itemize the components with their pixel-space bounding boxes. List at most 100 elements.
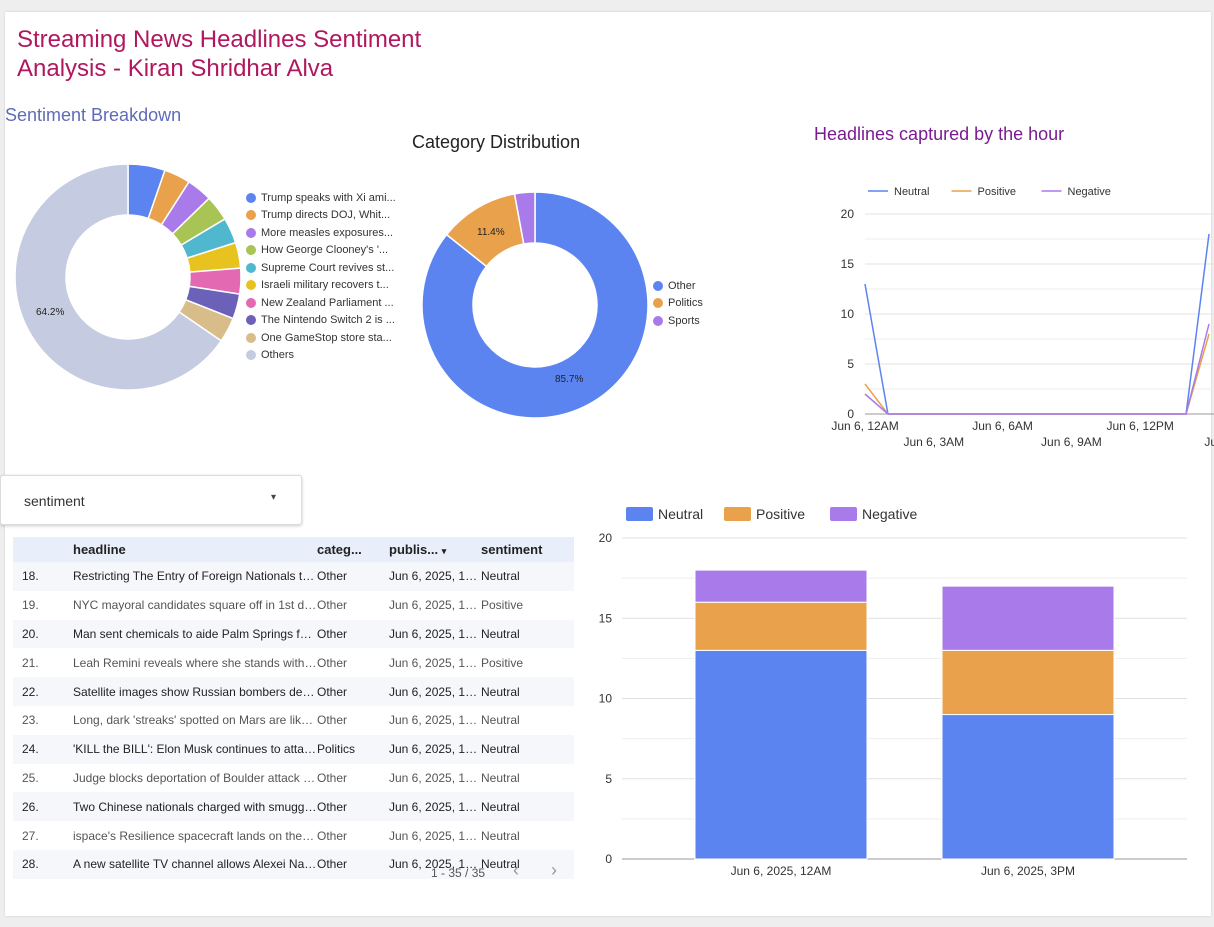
row-number: 23. bbox=[22, 713, 39, 728]
cell-category: Politics bbox=[317, 734, 389, 764]
category-legend-item[interactable]: Other bbox=[653, 277, 733, 295]
legend-swatch bbox=[246, 192, 256, 203]
column-header-headline[interactable]: headline bbox=[73, 537, 317, 562]
sentiment-legend-item[interactable]: Israeli military recovers t... bbox=[246, 277, 398, 295]
cell-published: Jun 6, 2025, 12:00:00 bbox=[389, 828, 481, 843]
cell-category: Other bbox=[317, 619, 389, 649]
stacked-bar-chart[interactable]: 0 5 10 15 20 Jun 6, 2025, 12AM Jun 6, 2025, 3P… bbox=[590, 495, 1200, 895]
table-row[interactable]: 23. Long, dark 'streaks' spotted on Mars … bbox=[13, 706, 574, 735]
hourly-line-chart[interactable]: 05101520Jun 6, 12AMJun 6, 3AMJun 6, 6AMJ… bbox=[820, 175, 1214, 465]
cell-headline: Judge blocks deportation of Boulder atta… bbox=[73, 770, 317, 785]
sentiment-legend-item[interactable]: How George Clooney's '... bbox=[246, 242, 398, 260]
cell-published: Jun 6, 2025, 12:00:00 bbox=[389, 713, 481, 728]
y-tick-label: 15 bbox=[599, 611, 613, 625]
table-row[interactable]: 27. ispace's Resilience spacecraft lands … bbox=[13, 821, 574, 850]
sentiment-legend-item[interactable]: Supreme Court revives st... bbox=[246, 259, 398, 277]
sentiment-legend-item[interactable]: Others bbox=[246, 347, 398, 365]
legend-label-neutral[interactable]: Neutral bbox=[894, 186, 929, 198]
cell-category: Other bbox=[317, 849, 389, 879]
table-row[interactable]: 18. Restricting The Entry of Foreign Nati… bbox=[13, 562, 574, 591]
bar-neutral-0[interactable] bbox=[694, 649, 868, 860]
table-row[interactable]: 28. A new satellite TV channel allows Ale… bbox=[13, 849, 574, 879]
y-tick-label: 15 bbox=[841, 257, 855, 271]
legend-label: New Zealand Parliament ... bbox=[261, 296, 394, 309]
sentiment-legend-item[interactable]: The Nintendo Switch 2 is ... bbox=[246, 312, 398, 330]
cell-published: Jun 6, 2025, 12:00:00 bbox=[389, 792, 481, 822]
sentiment-legend-item[interactable]: One GameStop store sta... bbox=[246, 329, 398, 347]
row-number: 28. bbox=[13, 849, 73, 879]
legend-swatch bbox=[246, 332, 256, 343]
bar-neutral-1[interactable] bbox=[941, 714, 1115, 860]
category-donut-chart[interactable] bbox=[417, 187, 653, 423]
column-header-category[interactable]: categ... bbox=[317, 537, 389, 562]
column-header-published[interactable]: publis... ▾ bbox=[389, 537, 481, 562]
hourly-chart-title: Headlines captured by the hour bbox=[814, 124, 1065, 144]
bar-positive-0[interactable] bbox=[694, 601, 868, 651]
cell-published: Jun 6, 2025, 12:00:00 bbox=[389, 655, 481, 670]
sentiment-legend-item[interactable]: New Zealand Parliament ... bbox=[246, 294, 398, 312]
sort-desc-icon[interactable]: ▾ bbox=[442, 546, 447, 556]
headlines-table: headline categ... publis... ▾ sentiment … bbox=[13, 537, 574, 879]
line-series-negative[interactable] bbox=[864, 323, 1210, 415]
legend-swatch bbox=[246, 350, 256, 361]
legend-label: Sports bbox=[668, 314, 700, 327]
legend-label-positive[interactable]: Positive bbox=[756, 506, 805, 522]
x-tick-label: Jun 6, 2025, 3PM bbox=[981, 864, 1075, 878]
column-header-sentiment[interactable]: sentiment bbox=[481, 537, 574, 562]
bar-positive-1[interactable] bbox=[941, 649, 1115, 716]
prev-page-icon[interactable]: ‹ bbox=[513, 860, 519, 881]
legend-label: Trump directs DOJ, Whit... bbox=[261, 209, 391, 222]
headlines-table-container: headline categ... publis... ▾ sentiment … bbox=[13, 537, 574, 879]
sentiment-legend: Trump speaks with Xi ami... Trump directs… bbox=[246, 189, 398, 364]
y-tick-label: 10 bbox=[841, 307, 855, 321]
legend-label-negative[interactable]: Negative bbox=[862, 506, 917, 522]
cell-published: Jun 6, 2025, 12:00:00 bbox=[389, 562, 481, 591]
sentiment-legend-item[interactable]: Trump directs DOJ, Whit... bbox=[246, 207, 398, 225]
line-series-neutral[interactable] bbox=[864, 233, 1210, 415]
table-row[interactable]: 25. Judge blocks deportation of Boulder a… bbox=[13, 764, 574, 793]
sentiment-filter-dropdown[interactable]: sentiment ▾ bbox=[0, 475, 302, 525]
cell-category: Other bbox=[317, 828, 348, 843]
sentiment-donut-chart[interactable] bbox=[5, 155, 245, 395]
row-number: 24. bbox=[13, 734, 73, 764]
table-row[interactable]: 22. Satellite images show Russian bombers… bbox=[13, 677, 574, 706]
cell-headline: Leah Remini reveals where she stands wit… bbox=[73, 655, 317, 670]
legend-label-neutral[interactable]: Neutral bbox=[658, 506, 703, 522]
legend-label-negative[interactable]: Negative bbox=[1068, 186, 1111, 198]
category-legend-item[interactable]: Politics bbox=[653, 295, 733, 313]
cell-category: Other bbox=[317, 598, 348, 613]
sentiment-legend-item[interactable]: More measles exposures... bbox=[246, 224, 398, 242]
y-tick-label: 5 bbox=[847, 357, 854, 371]
cell-published: Jun 6, 2025, 12:00:00 bbox=[389, 619, 481, 649]
bar-negative-1[interactable] bbox=[941, 585, 1115, 651]
legend-swatch-negative bbox=[830, 507, 857, 521]
category-legend: Other Politics Sports bbox=[653, 277, 733, 330]
table-row[interactable]: 21. Leah Remini reveals where she stands … bbox=[13, 648, 574, 677]
y-tick-label: 10 bbox=[599, 692, 613, 706]
next-page-icon[interactable]: › bbox=[551, 860, 557, 881]
cell-published: Jun 6, 2025, 12:00:00 bbox=[389, 734, 481, 764]
x-tick-label: Jun 6, 12PM bbox=[1107, 419, 1174, 433]
legend-swatch-positive bbox=[724, 507, 751, 521]
cell-sentiment: Neutral bbox=[481, 828, 520, 843]
legend-swatch bbox=[246, 210, 256, 221]
cell-category: Other bbox=[317, 562, 389, 591]
legend-swatch bbox=[653, 280, 663, 291]
table-row[interactable]: 19. NYC mayoral candidates square off in … bbox=[13, 591, 574, 620]
bar-negative-0[interactable] bbox=[694, 569, 868, 603]
cell-sentiment: Neutral bbox=[481, 562, 574, 591]
table-row[interactable]: 24. 'KILL the BILL': Elon Musk continues … bbox=[13, 734, 574, 764]
sentiment-legend-item[interactable]: Trump speaks with Xi ami... bbox=[246, 189, 398, 207]
table-row[interactable]: 26. Two Chinese nationals charged with sm… bbox=[13, 792, 574, 822]
pagination-range: 1 - 35 / 35 bbox=[431, 866, 486, 880]
y-tick-label: 0 bbox=[605, 852, 612, 866]
x-tick-label: Jun 6, 9AM bbox=[1041, 435, 1102, 449]
line-series-positive[interactable] bbox=[864, 333, 1210, 415]
filter-label: sentiment bbox=[24, 493, 85, 509]
chevron-down-icon[interactable]: ▾ bbox=[271, 492, 276, 503]
legend-label-positive[interactable]: Positive bbox=[978, 186, 1017, 198]
cell-category: Other bbox=[317, 713, 348, 728]
table-row[interactable]: 20. Man sent chemicals to aide Palm Sprin… bbox=[13, 619, 574, 649]
category-legend-item[interactable]: Sports bbox=[653, 312, 733, 330]
legend-label: Israeli military recovers t... bbox=[261, 279, 389, 292]
